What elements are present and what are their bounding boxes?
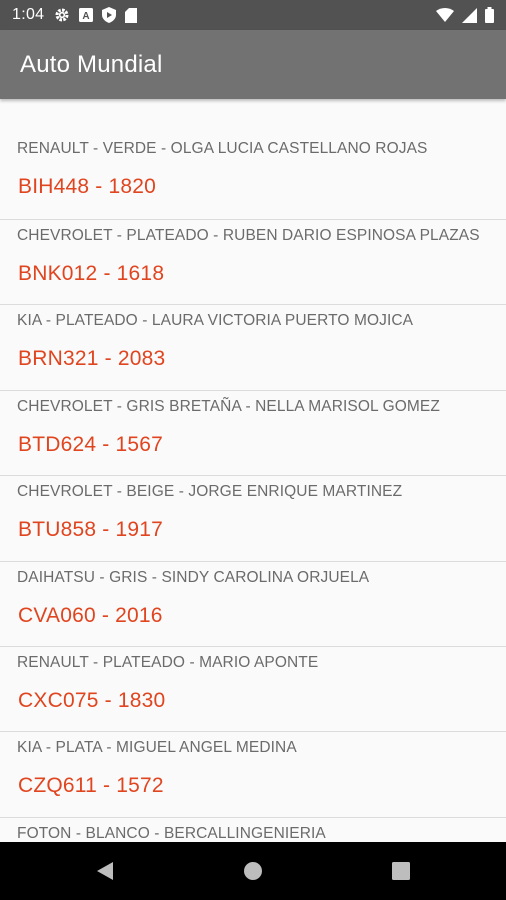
list-item[interactable]: RENAULT - VERDE - OLGA LUCIA CASTELLANO … <box>0 135 506 220</box>
list-item-subtitle: CHEVROLET - GRIS BRETAÑA - NELLA MARISOL… <box>17 397 440 415</box>
status-icons-left: A <box>54 7 138 23</box>
list-item-title: BIH448 - 1820 <box>18 175 157 198</box>
list-item-title: BTD624 - 1567 <box>18 432 164 456</box>
svg-text:A: A <box>83 11 90 22</box>
recents-icon[interactable] <box>381 851 421 891</box>
list-item-title: BRN321 - 2083 <box>18 347 166 371</box>
list-item-subtitle: RENAULT - PLATEADO - MARIO APONTE <box>17 653 319 671</box>
list-item-subtitle: CHEVROLET - PLATEADO - RUBEN DARIO ESPIN… <box>17 227 480 244</box>
list-item[interactable]: DAIHATSU - GRIS - SINDY CAROLINA ORJUELA… <box>0 562 506 647</box>
list-item-title: BTU858 - 1917 <box>18 518 164 542</box>
list-item-subtitle: RENAULT - VERDE - OLGA LUCIA CASTELLANO … <box>17 140 428 157</box>
list-item-title: BNK012 - 1618 <box>18 262 165 285</box>
status-time: 1:04 <box>12 6 45 23</box>
list-item-subtitle: CHEVROLET - BEIGE - JORGE ENRIQUE MARTIN… <box>17 483 403 501</box>
list-item-title: CVA060 - 2016 <box>18 603 163 627</box>
list-item-subtitle: KIA - PLATEADO - LAURA VICTORIA PUERTO M… <box>17 312 414 330</box>
status-icons-right <box>436 7 494 23</box>
home-icon[interactable] <box>233 851 273 891</box>
list-item[interactable]: CHEVROLET - PLATEADO - RUBEN DARIO ESPIN… <box>0 220 506 306</box>
list-item[interactable]: CHEVROLET - GRIS BRETAÑA - NELLA MARISOL… <box>0 391 506 477</box>
app-bar: Auto Mundial <box>0 30 506 99</box>
a-badge-icon: A <box>79 8 94 22</box>
list-item[interactable]: KIA - PLATEADO - LAURA VICTORIA PUERTO M… <box>0 305 506 391</box>
list-item-title: CXC075 - 1830 <box>18 688 166 712</box>
list-item-subtitle: KIA - PLATA - MIGUEL ANGEL MEDINA <box>17 739 297 757</box>
vehicle-list[interactable]: RENAULT - VERDE - OLGA LUCIA CASTELLANO … <box>0 99 506 842</box>
battery-icon <box>485 7 494 23</box>
app-title: Auto Mundial <box>20 50 163 78</box>
gear-icon <box>54 7 70 23</box>
list-item[interactable]: RENAULT - PLATEADO - MARIO APONTE CXC075… <box>0 647 506 733</box>
navigation-bar <box>0 842 506 900</box>
list-item[interactable]: CHEVROLET - BEIGE - JORGE ENRIQUE MARTIN… <box>0 476 506 562</box>
list-item-title: CZQ611 - 1572 <box>18 774 164 798</box>
sd-card-icon <box>125 7 138 23</box>
list-item[interactable]: FOTON - BLANCO - BERCALLINGENIERIA <box>0 818 506 842</box>
status-bar: 1:04 A <box>0 0 506 30</box>
wifi-icon <box>436 8 454 22</box>
signal-icon <box>462 7 477 23</box>
back-icon[interactable] <box>85 851 125 891</box>
play-shield-icon <box>102 7 117 23</box>
list-item[interactable]: KIA - PLATA - MIGUEL ANGEL MEDINA CZQ611… <box>0 732 506 818</box>
list-item-subtitle: DAIHATSU - GRIS - SINDY CAROLINA ORJUELA <box>17 568 370 586</box>
list-item-subtitle: FOTON - BLANCO - BERCALLINGENIERIA <box>17 824 326 842</box>
